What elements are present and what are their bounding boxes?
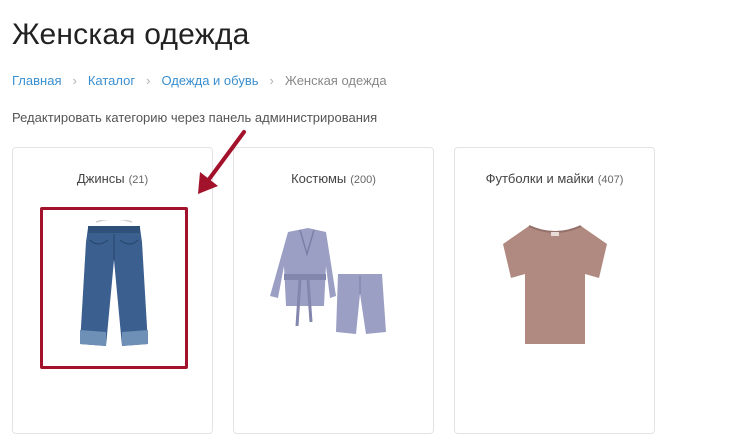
- category-count: (200): [350, 174, 376, 186]
- breadcrumb: Главная › Каталог › Одежда и обувь › Жен…: [12, 73, 387, 88]
- breadcrumb-catalog[interactable]: Каталог: [88, 73, 135, 88]
- chevron-right-icon: ›: [146, 73, 151, 88]
- category-count: (407): [597, 174, 624, 186]
- category-name: Джинсы: [76, 171, 125, 186]
- breadcrumb-current: Женская одежда: [284, 73, 387, 88]
- highlight-frame: [40, 207, 188, 369]
- category-count: (21): [128, 174, 149, 186]
- category-title[interactable]: Костюмы (200): [234, 171, 433, 186]
- category-title[interactable]: Футболки и майки (407): [455, 171, 654, 186]
- pointer-arrow-icon: [198, 130, 246, 194]
- breadcrumb-clothes-shoes[interactable]: Одежда и обувь: [161, 73, 258, 88]
- chevron-right-icon: ›: [269, 73, 274, 88]
- edit-category-admin-link[interactable]: Редактировать категорию через панель адм…: [12, 110, 377, 125]
- suit-icon[interactable]: [264, 226, 394, 338]
- category-card-tshirts[interactable]: Футболки и майки (407): [454, 147, 655, 434]
- tshirt-icon[interactable]: [499, 222, 611, 348]
- category-name: Костюмы: [291, 171, 347, 186]
- page-title: Женская одежда: [12, 18, 250, 51]
- category-title[interactable]: Джинсы (21): [13, 171, 212, 186]
- chevron-right-icon: ›: [72, 73, 77, 88]
- category-card-suits[interactable]: Костюмы (200): [233, 147, 434, 434]
- breadcrumb-home[interactable]: Главная: [12, 73, 61, 88]
- category-name: Футболки и майки: [485, 171, 594, 186]
